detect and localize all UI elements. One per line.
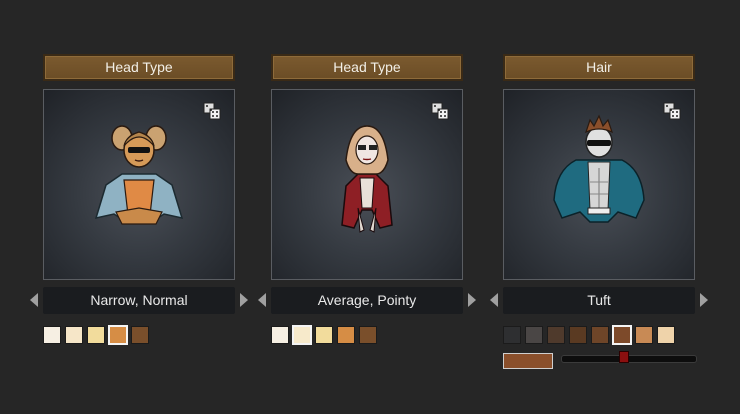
option-name: Average, Pointy	[271, 287, 463, 314]
color-swatch[interactable]	[547, 326, 565, 344]
color-swatch[interactable]	[591, 326, 609, 344]
arrow-right-icon[interactable]	[467, 293, 477, 307]
arrow-left-icon[interactable]	[257, 293, 267, 307]
arrow-right-icon[interactable]	[699, 293, 709, 307]
arrow-right-icon[interactable]	[239, 293, 249, 307]
arrow-left-icon[interactable]	[29, 293, 39, 307]
header-head-type[interactable]: Head Type	[43, 54, 235, 81]
header-head-type[interactable]: Head Type	[271, 54, 463, 81]
color-swatch[interactable]	[359, 326, 377, 344]
arrow-left-icon[interactable]	[489, 293, 499, 307]
panel-hair: Hair Tuft	[490, 0, 708, 414]
option-selector: Average, Pointy	[257, 287, 477, 314]
portrait-preview	[503, 89, 695, 280]
panel-head-type-2: Head Type Average, Pointy	[258, 0, 476, 414]
color-swatch[interactable]	[657, 326, 675, 344]
dice-icon[interactable]	[431, 102, 449, 120]
color-swatch[interactable]	[87, 326, 105, 344]
dice-icon[interactable]	[663, 102, 681, 120]
option-name: Narrow, Normal	[43, 287, 235, 314]
custom-color-preview[interactable]	[503, 353, 553, 369]
option-name: Tuft	[503, 287, 695, 314]
color-swatches	[271, 325, 377, 346]
color-swatch[interactable]	[503, 326, 521, 344]
color-swatch-selected[interactable]	[612, 325, 632, 345]
color-swatch[interactable]	[635, 326, 653, 344]
panel-head-type-1: Head Type Narrow, Normal	[30, 0, 248, 414]
color-swatches	[503, 325, 675, 346]
color-swatch[interactable]	[65, 326, 83, 344]
color-swatch[interactable]	[271, 326, 289, 344]
color-swatch-selected[interactable]	[108, 325, 128, 345]
portrait-preview	[271, 89, 463, 280]
color-slider-handle[interactable]	[619, 351, 630, 363]
dice-icon[interactable]	[203, 102, 221, 120]
color-swatch[interactable]	[337, 326, 355, 344]
color-swatch[interactable]	[569, 326, 587, 344]
option-selector: Narrow, Normal	[29, 287, 249, 314]
portrait-preview	[43, 89, 235, 280]
option-selector: Tuft	[489, 287, 709, 314]
header-hair[interactable]: Hair	[503, 54, 695, 81]
color-swatch[interactable]	[315, 326, 333, 344]
color-swatch[interactable]	[43, 326, 61, 344]
color-swatch[interactable]	[131, 326, 149, 344]
color-swatches	[43, 325, 149, 346]
color-swatch-selected[interactable]	[292, 325, 312, 345]
color-swatch[interactable]	[525, 326, 543, 344]
